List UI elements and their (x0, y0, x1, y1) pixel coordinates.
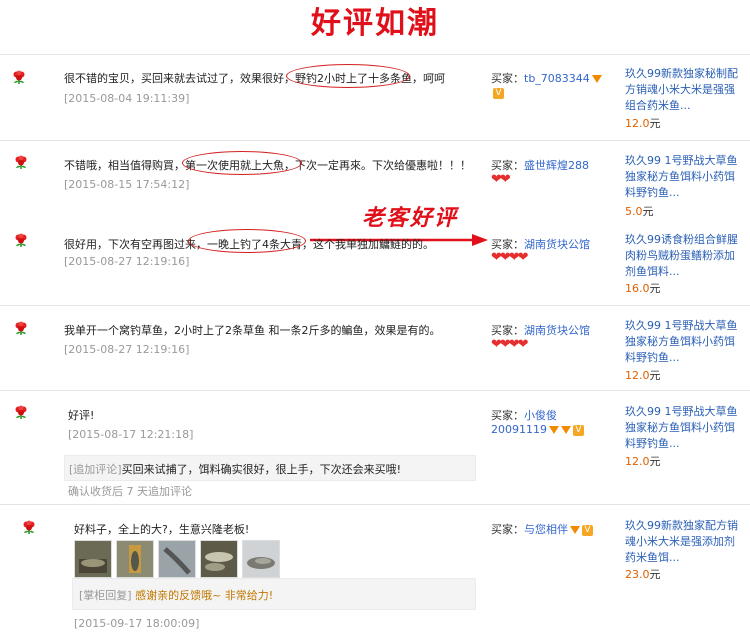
divider (0, 504, 750, 505)
product-price: 12.0元 (625, 455, 661, 468)
vip-badge-icon: V (573, 424, 584, 436)
page-banner: 好评如潮 (0, 0, 750, 48)
buyer-name-link[interactable]: tb_7083344 (524, 72, 590, 85)
followup-box: [追加评论]买回来试捕了，饵料确实很好，很上手，下次还会来买哦! (64, 455, 476, 481)
buyer-info: 买家：tb_7083344 V (491, 70, 602, 99)
buyer-name-link[interactable]: 湖南货块公馆 (524, 324, 590, 337)
diamond-icon (549, 426, 559, 434)
highlight-oval (286, 64, 410, 88)
review-photo[interactable] (242, 540, 280, 578)
product-price: 12.0元 (625, 369, 661, 382)
divider (0, 140, 750, 141)
heart-rating-icon: ❤❤❤❤ (491, 337, 529, 352)
buyer-label: 买家： (491, 72, 524, 85)
annotation-label: 老客好评 (362, 205, 459, 231)
product-link[interactable]: 玖久99诱食粉组合鲜腥肉粉鸟贼粉蛋鳝粉添加剂鱼饵料... (625, 232, 740, 280)
buyer-label: 买家： (491, 523, 524, 536)
buyer-info: 买家：湖南货块公馆 (491, 322, 590, 338)
product-link[interactable]: 玖久99 1号野战大草鱼独家秘方鱼饵料小药饵料野钓鱼... (625, 318, 740, 366)
buyer-label: 买家： (491, 409, 524, 422)
seller-reply-box: [掌柜回复] 感谢亲的反馈哦~ 非常给力! (72, 578, 476, 610)
buyer-info: 买家：与您相伴 V (491, 521, 593, 537)
highlight-oval (182, 151, 302, 175)
heart-rating-icon: ❤❤❤❤ (491, 250, 529, 265)
buyer-name-link[interactable]: 湖南货块公馆 (524, 238, 590, 251)
review-date: [2015-08-15 17:54:12] (64, 178, 190, 191)
divider (0, 305, 750, 306)
product-link[interactable]: 玖久99新款独家秘制配方销魂小米大米是强强组合药米鱼... (625, 66, 740, 114)
divider (0, 390, 750, 391)
highlight-oval (188, 229, 306, 253)
divider (0, 54, 750, 55)
product-price: 23.0元 (625, 568, 661, 581)
review-comment: 我单开一个窝钓草鱼，2小时上了2条草鱼 和一条2斤多的鳊鱼，效果是有的。 (64, 324, 441, 337)
buyer-info: 买家：盛世辉煌288 (491, 157, 589, 173)
review-comment: 好评! (68, 409, 95, 422)
buyer-name-link[interactable]: 与您相伴 (524, 523, 568, 536)
product-price: 16.0元 (625, 282, 661, 295)
followup-note: 确认收货后 7 天追加评论 (68, 485, 192, 498)
diamond-icon (561, 426, 571, 434)
product-price: 5.0元 (625, 205, 654, 218)
review-date: [2015-08-17 12:21:18] (68, 428, 194, 441)
review-comment: 好料子，全上的大?，生意兴隆老板! (74, 523, 250, 536)
review-date: [2015-09-17 18:00:09] (74, 617, 200, 630)
buyer-name-link[interactable]: 小俊俊 (524, 409, 557, 422)
flower-icon (22, 520, 36, 534)
review-photo[interactable] (116, 540, 154, 578)
vip-badge-icon: V (493, 87, 504, 99)
followup-comment: [追加评论]买回来试捕了，饵料确实很好，很上手，下次还会来买哦! (69, 463, 402, 476)
review-date: [2015-08-27 12:19:16] (64, 343, 190, 356)
flower-icon (14, 405, 28, 419)
diamond-icon (591, 75, 602, 83)
banner-title: 好评如潮 (311, 6, 439, 41)
flower-icon (14, 321, 28, 335)
diamond-icon (570, 526, 580, 534)
flower-icon (12, 70, 26, 84)
flower-icon (14, 233, 28, 247)
review-photo[interactable] (158, 540, 196, 578)
product-price: 12.0元 (625, 117, 661, 130)
product-link[interactable]: 玖久99 1号野战大草鱼独家秘方鱼饵料小药饵料野钓鱼... (625, 404, 740, 452)
buyer-info: 买家：小俊俊 20091119 V (491, 407, 584, 436)
vip-badge-icon: V (582, 524, 593, 536)
review-date: [2015-08-04 19:11:39] (64, 92, 190, 105)
review-photo[interactable] (74, 540, 112, 578)
buyer-name-link[interactable]: 20091119 (491, 423, 547, 436)
review-photo[interactable] (200, 540, 238, 578)
product-link[interactable]: 玖久99新款独家配方销魂小米大米是强添加剂药米鱼饵... (625, 518, 740, 566)
seller-reply: [掌柜回复] 感谢亲的反馈哦~ 非常给力! (79, 589, 274, 602)
flower-icon (14, 155, 28, 169)
buyer-label: 买家： (491, 324, 524, 337)
heart-rating-icon: ❤❤ (491, 172, 511, 187)
product-link[interactable]: 玖久99 1号野战大草鱼独家秘方鱼饵料小药饵料野钓鱼... (625, 153, 740, 201)
buyer-name-link[interactable]: 盛世辉煌288 (524, 159, 589, 172)
buyer-label: 买家： (491, 159, 524, 172)
review-date: [2015-08-27 12:19:16] (64, 255, 190, 268)
